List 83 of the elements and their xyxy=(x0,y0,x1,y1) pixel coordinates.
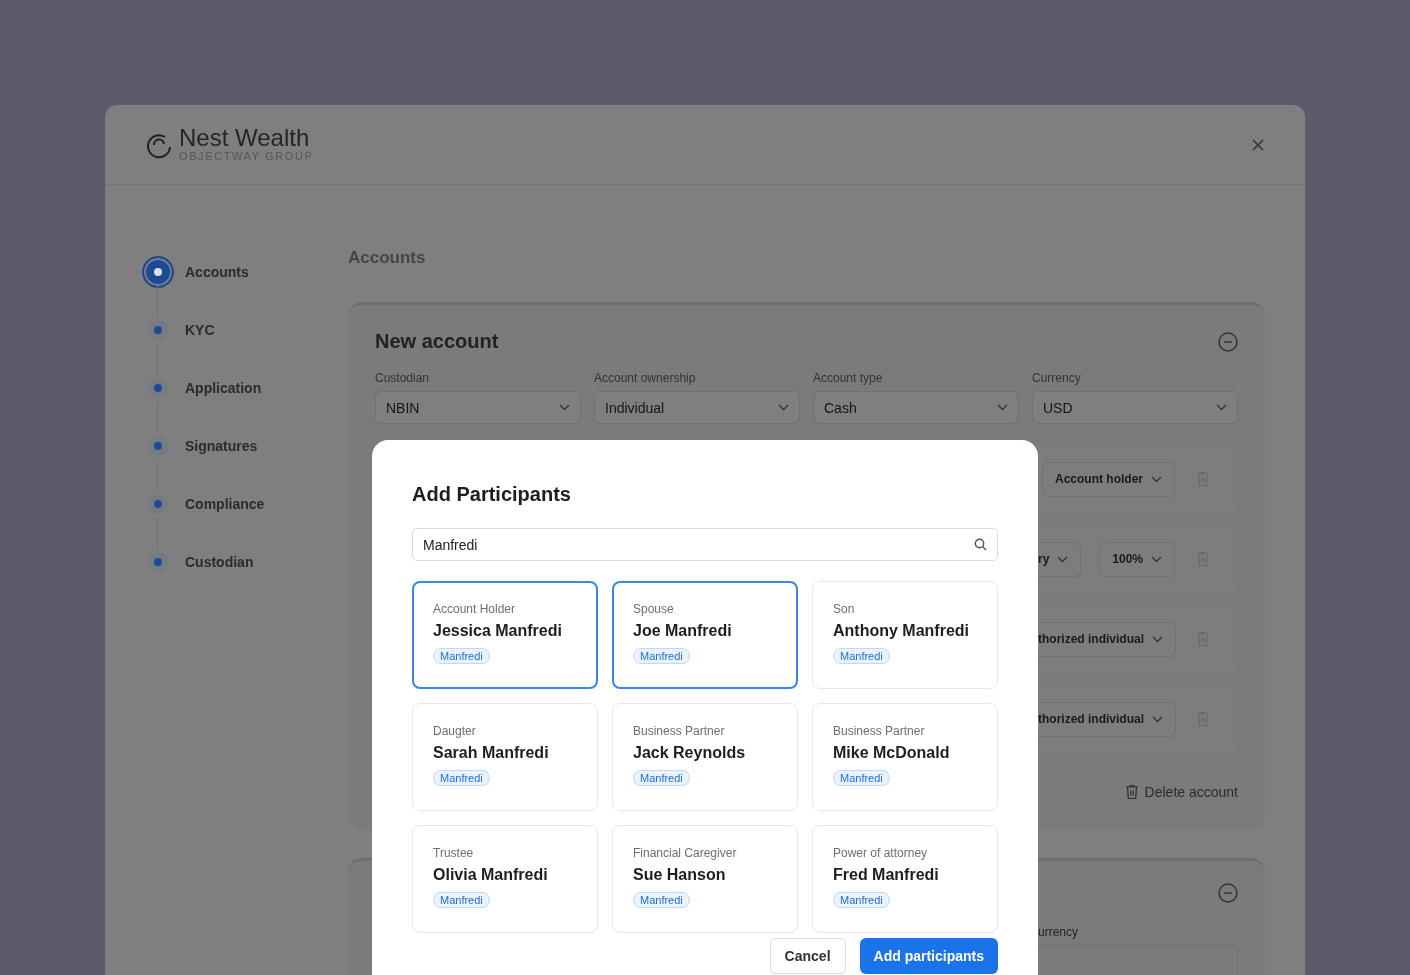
delete-participant-button[interactable] xyxy=(1196,711,1210,727)
role-select[interactable]: 100% xyxy=(1099,541,1176,577)
trash-icon xyxy=(1196,551,1210,567)
field-label: Account ownership xyxy=(594,371,697,385)
trash-icon xyxy=(1196,711,1210,727)
role-select[interactable]: Account holder xyxy=(1042,461,1175,497)
dialog-title: Add Participants xyxy=(412,482,572,507)
field-label: Custodian xyxy=(375,371,431,385)
participant-name: Mike McDonald xyxy=(833,744,950,762)
participant-role: Business Partner xyxy=(833,724,925,738)
participant-role: Trustee xyxy=(433,846,474,860)
chevron-down-icon xyxy=(1152,635,1163,643)
participant-name: Jack Reynolds xyxy=(633,744,746,762)
participant-card[interactable]: Spouse Joe Manfredi Manfredi xyxy=(612,581,798,689)
family-tag: Manfredi xyxy=(433,770,490,786)
page-title: Accounts xyxy=(348,246,427,269)
search-icon xyxy=(974,538,987,551)
trash-icon xyxy=(1124,784,1139,800)
family-tag: Manfredi xyxy=(833,648,890,664)
cancel-button[interactable]: Cancel xyxy=(769,938,846,974)
participant-card[interactable]: Son Anthony Manfredi Manfredi xyxy=(812,581,998,689)
collapse-icon[interactable] xyxy=(1218,331,1238,352)
participant-role: Account Holder xyxy=(433,602,516,616)
chevron-down-icon xyxy=(1152,715,1163,723)
family-tag: Manfredi xyxy=(633,892,690,908)
search-field[interactable]: Manfredi xyxy=(412,528,998,561)
participant-card[interactable]: Business Partner Jack Reynolds Manfredi xyxy=(612,703,798,811)
participant-card[interactable]: Financial Caregiver Sue Hanson Manfredi xyxy=(612,825,798,933)
chevron-down-icon xyxy=(1151,475,1162,483)
participant-role: Son xyxy=(833,602,855,616)
delete-participant-button[interactable] xyxy=(1196,551,1210,567)
field-label: Account type xyxy=(813,371,884,385)
step-label[interactable]: Custodian xyxy=(185,554,254,570)
family-tag: Manfredi xyxy=(833,770,890,786)
participant-name: Jessica Manfredi xyxy=(433,622,562,640)
chevron-down-icon xyxy=(1057,555,1069,563)
delete-participant-button[interactable] xyxy=(1196,471,1210,487)
family-tag: Manfredi xyxy=(833,892,890,908)
chevron-down-icon xyxy=(1216,404,1227,411)
select-field[interactable]: Cash xyxy=(813,391,1019,424)
family-tag: Manfredi xyxy=(433,892,490,908)
family-tag: Manfredi xyxy=(633,770,690,786)
participant-role: Financial Caregiver xyxy=(633,846,737,860)
participant-role: Business Partner xyxy=(633,724,725,738)
select-field[interactable]: NBIN xyxy=(375,391,581,424)
step-label[interactable]: KYC xyxy=(185,322,215,338)
chevron-down-icon xyxy=(559,404,570,411)
participant-role: Daugter xyxy=(433,724,476,738)
participant-card[interactable]: Daugter Sarah Manfredi Manfredi xyxy=(412,703,598,811)
participant-card[interactable]: Power of attorney Fred Manfredi Manfredi xyxy=(812,825,998,933)
trash-icon xyxy=(1196,631,1210,647)
select-field[interactable]: USD xyxy=(1032,391,1238,424)
step-label[interactable]: Signatures xyxy=(185,438,258,454)
participant-card[interactable]: Business Partner Mike McDonald Manfredi xyxy=(812,703,998,811)
participant-card[interactable]: Account Holder Jessica Manfredi Manfredi xyxy=(412,581,598,689)
chevron-down-icon xyxy=(997,404,1008,411)
brand-name: Nest Wealth xyxy=(179,126,311,150)
participant-role: Power of attorney xyxy=(833,846,928,860)
collapse-icon[interactable] xyxy=(1218,883,1238,903)
participant-name: Fred Manfredi xyxy=(833,866,939,884)
participant-name: Sue Hanson xyxy=(633,866,726,884)
participant-name: Olivia Manfredi xyxy=(433,866,548,884)
chevron-down-icon xyxy=(778,404,789,411)
participant-card[interactable]: Trustee Olivia Manfredi Manfredi xyxy=(412,825,598,933)
delete-participant-button[interactable] xyxy=(1196,631,1210,647)
trash-icon xyxy=(1196,471,1210,487)
step-label[interactable]: Accounts xyxy=(185,264,249,280)
select-field[interactable]: Individual xyxy=(594,391,800,424)
close-button[interactable] xyxy=(1251,137,1265,152)
participant-name: Anthony Manfredi xyxy=(833,622,969,640)
participant-name: Joe Manfredi xyxy=(633,622,732,640)
delete-account-link[interactable]: Delete account xyxy=(1124,784,1238,800)
panel-title: New account xyxy=(375,330,499,353)
field-label: urrency xyxy=(1038,925,1079,939)
family-tag: Manfredi xyxy=(633,648,690,664)
field-label: Currency xyxy=(1032,371,1082,385)
participant-name: Sarah Manfredi xyxy=(433,744,549,762)
step-label[interactable]: Application xyxy=(185,380,262,396)
add-button[interactable]: Add participants xyxy=(859,938,998,974)
step-label[interactable]: Compliance xyxy=(185,496,265,512)
participant-role: Spouse xyxy=(633,602,674,616)
chevron-down-icon xyxy=(1151,555,1163,563)
family-tag: Manfredi xyxy=(433,648,490,664)
